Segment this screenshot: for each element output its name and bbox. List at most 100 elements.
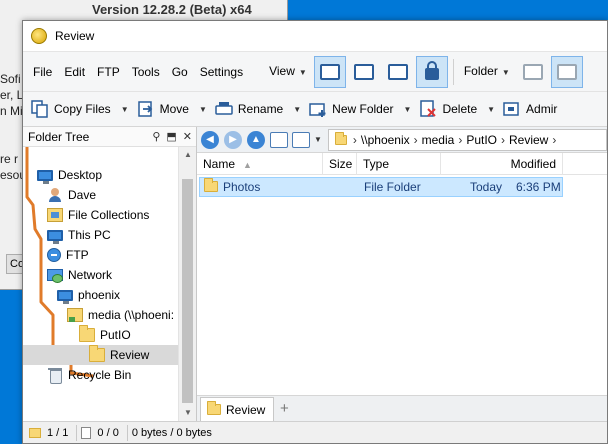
file-list-pane: ◀ ▶ ▲ ▼ › \\phoenix › media › PutIO › Re…: [197, 127, 607, 421]
layout-dual-button[interactable]: [382, 56, 414, 88]
user-icon: [47, 188, 63, 202]
pin-icon[interactable]: ⬒: [166, 130, 176, 143]
delete-button[interactable]: Delete ▼: [415, 94, 499, 124]
close-icon[interactable]: ✕: [183, 130, 192, 143]
tree-item-label: FTP: [66, 248, 89, 262]
tree-item-dave[interactable]: Dave: [47, 185, 96, 205]
tree-item-recycle-bin[interactable]: Recycle Bin: [47, 365, 131, 385]
tree-item-ftp[interactable]: FTP: [47, 245, 89, 265]
rename-button[interactable]: Rename ▼: [211, 94, 305, 124]
column-size[interactable]: Size: [323, 153, 357, 175]
chevron-down-icon: ▼: [298, 67, 307, 77]
tree-item-label: Dave: [68, 188, 97, 202]
monitor-icon: [37, 169, 53, 184]
menu-folder[interactable]: Folder ▼: [458, 51, 516, 93]
chevron-down-icon[interactable]: ▼: [314, 135, 322, 144]
path-segment-phoenix[interactable]: \\phoenix: [357, 133, 414, 147]
status-bar: 1 / 1 0 / 0 0 bytes / 0 bytes: [23, 421, 607, 443]
folder-tree-toggle-icon[interactable]: [270, 131, 288, 148]
favorites-icon[interactable]: [292, 131, 310, 148]
menu-settings[interactable]: Settings: [194, 52, 249, 92]
tree-item-this-pc[interactable]: This PC: [47, 225, 111, 245]
dialog-text-fragment: re r: [0, 152, 18, 166]
folder-icon: [29, 427, 41, 438]
column-modified[interactable]: Modified: [441, 153, 563, 175]
menu-ftp[interactable]: FTP: [91, 52, 126, 92]
menu-edit[interactable]: Edit: [58, 52, 91, 92]
tree-item-media[interactable]: media (\\phoeni:: [67, 305, 174, 325]
file-modified-day: Today: [470, 180, 503, 194]
tree-item-phoenix[interactable]: phoenix: [57, 285, 120, 305]
lock-icon: [424, 61, 439, 80]
network-icon: [47, 268, 63, 283]
status-folders: 1 / 1: [29, 424, 78, 441]
folder-tree-scrollbar[interactable]: ▲ ▼: [178, 147, 196, 421]
new-folder-icon: [309, 103, 326, 117]
tree-item-file-collections[interactable]: File Collections: [47, 205, 149, 225]
version-text: Version 12.28.2 (Beta) x64: [92, 2, 252, 17]
chevron-down-icon[interactable]: ▼: [404, 105, 412, 114]
column-type[interactable]: Type: [357, 153, 441, 175]
new-tab-button[interactable]: +: [274, 397, 294, 421]
file-name-cell: Photos: [204, 178, 260, 196]
network-share-icon: [67, 308, 83, 322]
path-segment-putio[interactable]: PutIO: [462, 133, 501, 147]
up-button[interactable]: ▲: [247, 130, 265, 149]
folder-tabs-bar: Review +: [197, 395, 607, 421]
delete-icon: [420, 100, 437, 117]
path-segment-review[interactable]: Review: [505, 133, 552, 147]
arrow-up-icon: ▲: [251, 134, 261, 145]
copy-files-button[interactable]: Copy Files ▼: [27, 94, 133, 124]
column-name[interactable]: Name ▲: [197, 153, 323, 175]
lock-button[interactable]: [415, 55, 448, 88]
app-icon: [31, 28, 47, 44]
tree-item-label: This PC: [68, 228, 111, 242]
tab-review[interactable]: Review: [200, 397, 275, 421]
chevron-down-icon[interactable]: ▼: [293, 105, 301, 114]
tree-item-label: PutIO: [100, 328, 131, 342]
chevron-down-icon[interactable]: ▼: [487, 105, 495, 114]
layout-thumbnails-button[interactable]: [348, 56, 380, 88]
status-files-count: 0 / 0: [97, 426, 119, 439]
menu-tools[interactable]: Tools: [126, 52, 166, 92]
address-bar: ◀ ▶ ▲ ▼ › \\phoenix › media › PutIO › Re…: [197, 127, 607, 153]
menu-file[interactable]: File: [27, 52, 58, 92]
search-icon[interactable]: ⚲: [152, 130, 160, 143]
path-segment-media[interactable]: media: [418, 133, 459, 147]
move-button[interactable]: Move ▼: [133, 94, 211, 124]
file-modified-time: 6:36 PM: [516, 180, 561, 194]
column-modified-label: Modified: [510, 157, 556, 171]
tree-item-desktop[interactable]: Desktop: [37, 165, 102, 185]
menu-view[interactable]: View ▼: [263, 51, 313, 93]
directory-opus-window: Review File Edit FTP Tools Go Settings V…: [22, 20, 608, 444]
layout-details-button[interactable]: [313, 55, 346, 88]
tree-item-network[interactable]: Network: [47, 265, 112, 285]
folder-icon: [89, 345, 105, 362]
tree-item-label: Desktop: [58, 168, 103, 182]
new-folder-label: New Folder: [332, 102, 394, 116]
tree-item-label: Recycle Bin: [68, 368, 132, 382]
arrow-right-icon: ▶: [229, 134, 237, 145]
back-button[interactable]: ◀: [201, 130, 219, 149]
chevron-down-icon[interactable]: ▼: [121, 105, 129, 114]
path-breadcrumb[interactable]: › \\phoenix › media › PutIO › Review ›: [327, 128, 607, 151]
tree-item-putio[interactable]: PutIO: [79, 325, 131, 345]
chevron-down-icon[interactable]: ▼: [199, 105, 207, 114]
sort-ascending-icon: ▲: [243, 160, 252, 170]
new-folder-button[interactable]: New Folder ▼: [305, 94, 415, 124]
tree-item-review[interactable]: Review: [23, 345, 178, 365]
admin-button[interactable]: Admir: [499, 94, 561, 124]
scroll-up-icon[interactable]: ▲: [179, 147, 197, 163]
folder-layout-button[interactable]: [517, 56, 549, 88]
forward-button[interactable]: ▶: [224, 130, 242, 149]
menu-go[interactable]: Go: [166, 52, 194, 92]
scroll-down-icon[interactable]: ▼: [179, 405, 197, 421]
folder-options-button[interactable]: [550, 55, 583, 88]
file-icon: [81, 426, 92, 439]
file-row[interactable]: Photos File Folder Today 6:36 PM: [199, 177, 563, 197]
arrow-left-icon: ◀: [206, 134, 214, 145]
scroll-thumb[interactable]: [182, 179, 193, 403]
move-label: Move: [159, 102, 189, 116]
title-bar[interactable]: Review: [23, 21, 607, 51]
dual-pane-icon: [387, 63, 408, 80]
